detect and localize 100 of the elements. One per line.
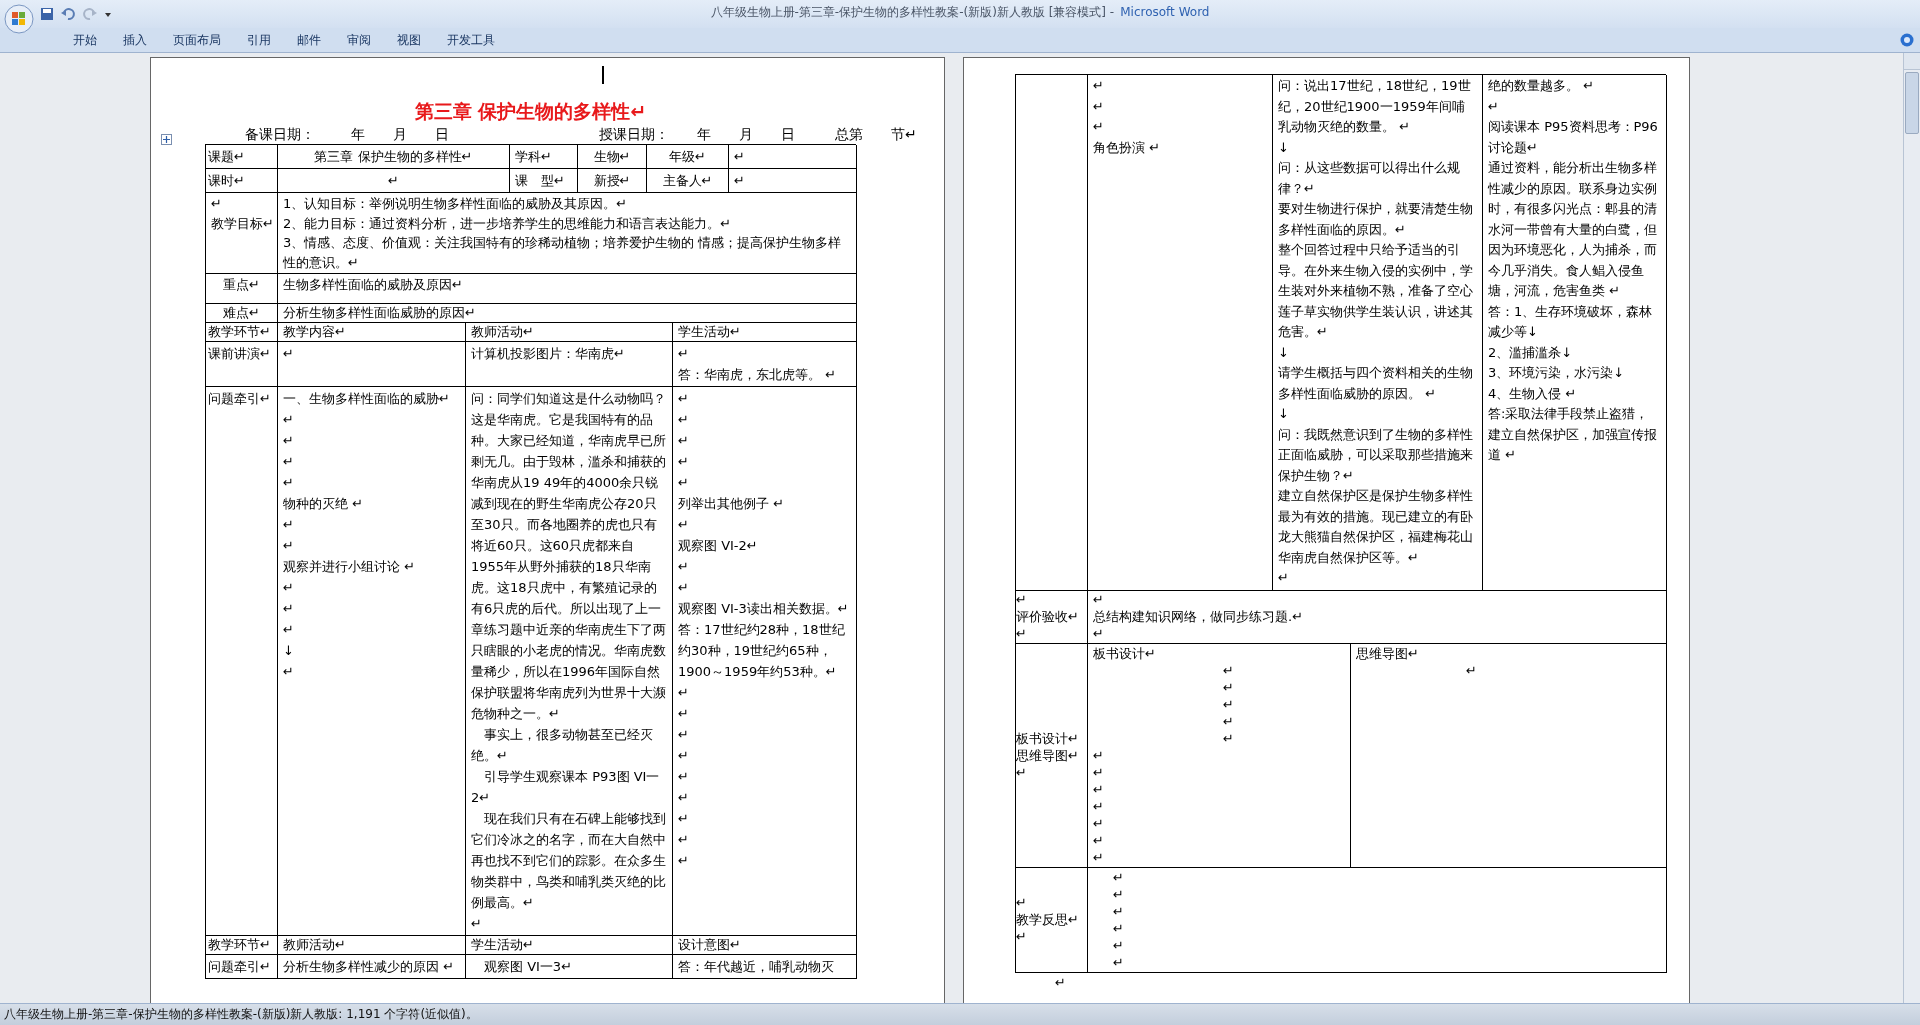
ribbon-tab[interactable]: 审阅 [334,29,384,51]
objective-text: 2、能力目标：通过资料分析，进一步培养学生的思维能力和语言表达能力。↵ [283,214,733,233]
cell-text: ↵ [1278,569,1290,587]
cell-text: ↵ [678,579,690,597]
app-name: Microsoft Word [1120,5,1210,19]
cell-text: ↵ [678,558,690,576]
cell-text: ↵ [1093,624,1105,642]
cell-text: 建立自然保护区是保护生物多样性最为有效的措施。现已建立的有卧龙大熊猫自然保护区，福建梅花山华南虎自然保护区等。↵ [1278,487,1474,567]
cell-text: ↵ [678,345,690,363]
cell-text: ↵ [1112,936,1125,954]
cell-text: ↵ [1112,953,1125,971]
cell-text: ↵ [283,663,295,681]
cell-text: 学生活动↵ [471,937,535,953]
cell-text: ↵ [678,453,690,471]
cell-text: ↵ [471,915,483,933]
cell-text: ↵ [1222,661,1235,679]
cell-text: ↵ [1222,712,1235,730]
cell-text: 问题牵引↵ [208,958,272,976]
cell-text: ↵ [1112,919,1125,937]
cell-text: 分析生物多样性减少的原因 ↵ [283,958,456,976]
cell-text: 问：同学们知道这是什么动物吗？这是华南虎。它是我国特有的品种。大家已经知道，华南虎早已所剩无几。由于毁林，滥杀和捕获的华南虎从19 49年的4000余只锐减到现在的野生华南虎公存20只至30只。而各地圈养的虎也只有将近60只。这60只虎都来自1955年从野外捕获的18只华南虎。这18只虎中，有繁殖记录的有6只虎的后代。所以出现了上一章练习题中近亲的华南虎生下了两只瞎眼的小老虎的情况。华南虎数量稀少，所以在1996年国际自然保护联盟将华南虎列为世界十大濒危物种之一。↵ [471,390,667,723]
cell-text: ↵ [211,195,223,213]
date-label: 备课日期： [245,125,315,144]
cell-text: 教师活动↵ [471,324,535,340]
ribbon-tab[interactable]: 引用 [234,29,284,51]
cell-text: ↵ [678,516,690,534]
cell-text: ↵ [1093,590,1105,608]
table-cell: ↵ [729,145,857,169]
table-cell: 学科↵ [510,145,578,169]
cell-text: ↵ [1222,695,1235,713]
vertical-scrollbar[interactable] [1903,53,1920,1003]
text-cursor-icon [602,66,605,84]
cell-text: ↵ [1016,590,1028,608]
cell-text: 角色扮演 ↵ [1093,138,1162,157]
cell-text: 板书设计↵ [1093,644,1157,662]
cell-text: ↵ [1093,848,1105,866]
date-label: 日 [781,125,795,144]
cell-text: 通过资料，能分析出生物多样性减少的原因。联系身边实例时，有很多闪光点：郫县的清水河一带曾有大量的白鹭，但因为环境恶化，人为捕杀，而今几乎消失。食人鲳入侵鱼塘，河流，危害鱼类 ↵ [1488,159,1658,300]
cell-text: ↵ [1093,746,1105,764]
cell-text: 一、生物多样性面临的威胁↵ [283,390,451,408]
status-text: 八年级生物上册-第三章-保护生物的多样性教案-(新版)新人教版: 1,191 个字符(近似值)。 [4,1006,478,1023]
cell-text: 4、生物入侵 ↵ [1488,384,1578,403]
cell-text: ↵ [1016,894,1028,911]
cell-text: ↵ [1465,661,1478,679]
help-icon[interactable] [1900,33,1914,47]
cell-text: ↵ [1093,118,1105,136]
cell-text: ↵ [283,537,295,555]
save-icon[interactable] [40,7,54,21]
cell-text: ↵ [678,390,690,408]
cell-text: ↵ [1112,885,1125,903]
table-cell: 生物多样性面临的威胁及原因↵ [278,274,857,304]
cell-text: 问：我既然意识到了生物的多样性正面临威胁，可以采取那些措施来保护生物？↵ [1278,425,1474,485]
cell-text: 现在我们只有在石碑上能够找到它们冷冰之的名字，而在大自然中再也找不到它们的踪影。在众多生物类群中，鸟类和哺乳类灭绝的比例最高。↵ [471,810,667,912]
cell-text: 物种的灭绝 ↵ [283,495,365,513]
cell-text: 整个回答过程中只给予适当的引导。在外来生物入侵的实例中，学生装对外来植物不熟，准备了空心莲子草实物供学生装认识，讲述其危害。↵ [1278,241,1474,341]
cell-text: 观察图 VI-2↵ [678,537,759,555]
ribbon-tab[interactable]: 邮件 [284,29,334,51]
cell-text: 思维导图↵ [1016,746,1080,764]
cell-text: ↵ [678,684,690,702]
cell-text: ↵ [1488,97,1500,116]
table-cell: 难点↵ [206,304,278,323]
ribbon-tab[interactable]: 开始 [60,29,110,51]
cell-text: ↵ [1093,814,1105,832]
ribbon-tab[interactable]: 插入 [110,29,160,51]
cell-text: 问：说出17世纪，18世纪，19世纪，20世纪1900一1959年间哺乳动物灭绝的数量。 ↵ [1278,77,1472,136]
ribbon-tab[interactable]: 开发工具 [434,29,508,51]
cell-text: 阅读课本 P95资料思考：P96讨论题↵ [1488,118,1659,157]
date-label: 节↵ [891,125,917,144]
table-cell: ↵ [729,169,857,193]
cell-text: ↵ [678,726,690,744]
cell-text: ↵ [283,579,295,597]
dropdown-icon[interactable] [104,10,112,18]
cell-text: 板书设计↵ [1016,729,1080,747]
cell-text: 问题牵引↵ [208,390,272,408]
cell-text: ↵ [678,474,690,492]
table-move-handle-icon[interactable] [161,134,172,145]
cell-text: 教师活动↵ [283,937,347,953]
table-cell: 第三章 保护生物的多样性↵ [278,145,510,169]
cell-text: 答:采取法律手段禁止盗猎，建立自然保护区，加强宣传报道 ↵ [1488,405,1658,464]
table-cell: 课题↵ [206,145,278,169]
ribbon-tab[interactable]: 页面布局 [160,29,234,51]
date-label: 总第 [835,125,863,144]
cell-text: ↵ [678,747,690,765]
cell-text: ↓ [1278,343,1290,362]
cell-text: 答：17世纪约28种，18世纪约30种，19世纪约65种，1900～1959年约53种。↵ [678,621,846,681]
undo-icon[interactable] [60,7,76,21]
table-cell: 课 型↵ [510,169,578,193]
table-cell: 分析生物多样性面临威胁的原因↵ [278,304,857,323]
cell-text: ↵ [1093,97,1105,116]
ribbon-tab[interactable]: 视图 [384,29,434,51]
cell-text: ↵ [1016,624,1028,642]
cell-text: ↵ [1093,77,1105,95]
cell-text: 观察图 VI-3读出相关数据。↵ [678,600,850,618]
cell-text: ↵ [1093,780,1105,798]
cell-text: ↵ [283,600,295,618]
cell-text: 请学生概括与四个资料相关的生物多样性面临威胁的原因。 ↵ [1278,364,1474,403]
cell-text: 教学环节↵ [208,937,272,953]
date-label: 年 [697,125,711,144]
cell-text: ↵ [1112,868,1125,886]
cell-text: ↵ [1093,831,1105,849]
